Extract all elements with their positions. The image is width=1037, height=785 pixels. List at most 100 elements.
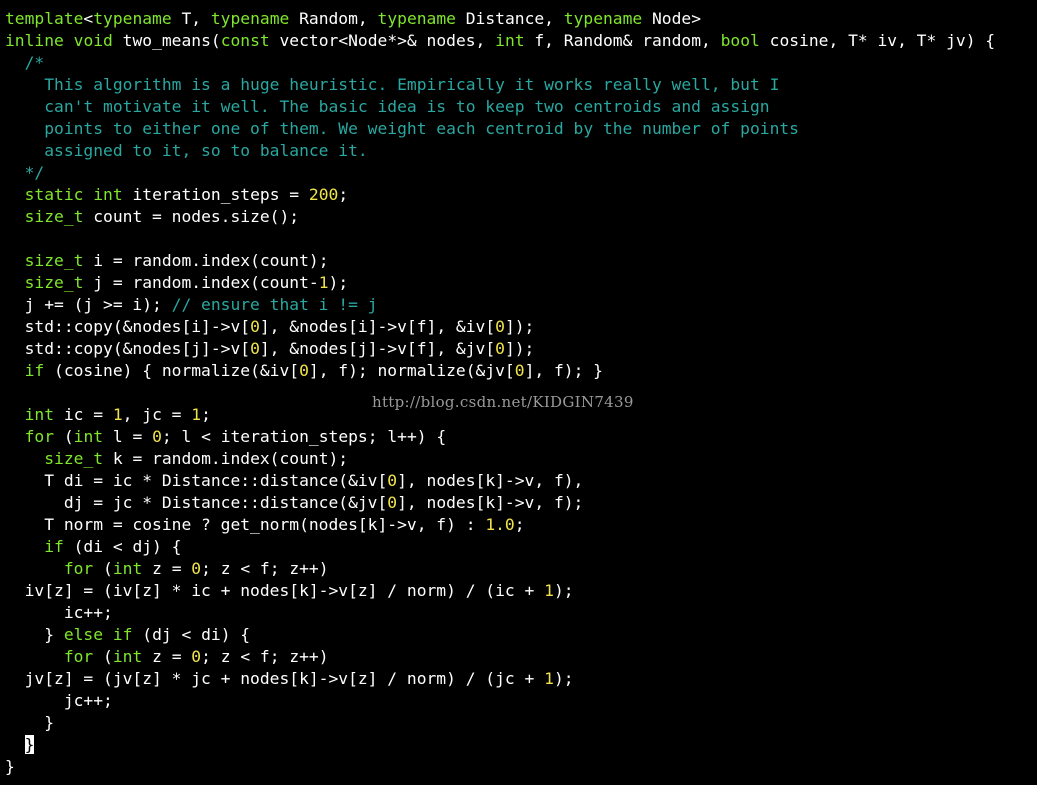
code-text: Distance, bbox=[455, 9, 564, 28]
code-line: } bbox=[5, 734, 995, 756]
code-text: } bbox=[5, 625, 64, 644]
code-text: i = random.index(count); bbox=[83, 251, 329, 270]
code-line: assigned to it, so to balance it. bbox=[5, 140, 995, 162]
code-keyword: typename bbox=[210, 9, 290, 28]
code-keyword: typename bbox=[93, 9, 172, 28]
code-keyword: else bbox=[63, 625, 104, 644]
code-number: 1.0 bbox=[485, 515, 515, 534]
code-line: size_t i = random.index(count); bbox=[5, 250, 995, 272]
code-line: if (cosine) { normalize(&iv[0], f); norm… bbox=[5, 360, 995, 382]
code-text: } bbox=[5, 757, 15, 776]
code-line: if (di < dj) { bbox=[5, 536, 995, 558]
code-text: ], nodes[k]->v, f); bbox=[397, 493, 584, 512]
code-comment: points to either one of them. We weight … bbox=[5, 119, 799, 138]
code-text: j = random.index(count- bbox=[83, 273, 319, 292]
code-text: (di < dj) { bbox=[63, 537, 182, 556]
code-text: T norm = cosine ? get_norm(nodes[k]->v, … bbox=[5, 515, 486, 534]
code-text: ], f); normalize(&jv[ bbox=[308, 361, 515, 380]
code-text: l = bbox=[103, 427, 153, 446]
code-line: j += (j >= i); // ensure that i != j bbox=[5, 294, 995, 316]
code-text: ( bbox=[93, 559, 113, 578]
code-comment: This algorithm is a huge heuristic. Empi… bbox=[5, 75, 780, 94]
code-text: ; bbox=[514, 515, 525, 534]
code-number: 0 bbox=[387, 471, 398, 490]
code-number: 200 bbox=[308, 185, 339, 204]
watermark-text: http://blog.csdn.net/KIDGIN7439 bbox=[372, 393, 634, 411]
code-keyword: int bbox=[24, 405, 55, 424]
code-keyword: static bbox=[24, 185, 84, 204]
code-line: size_t k = random.index(count); bbox=[5, 448, 995, 470]
code-text: z = bbox=[142, 559, 192, 578]
code-comment: can't motivate it well. The basic idea i… bbox=[5, 97, 770, 116]
code-number: 0 bbox=[514, 361, 525, 380]
code-line: dj = jc * Distance::distance(&jv[0], nod… bbox=[5, 492, 995, 514]
code-keyword: int bbox=[495, 31, 525, 50]
code-text: ( bbox=[54, 427, 74, 446]
code-comment: // ensure that i != j bbox=[171, 295, 378, 314]
code-text: std::copy(&nodes[j]->v[ bbox=[5, 339, 251, 358]
code-text: Node> bbox=[642, 9, 702, 28]
code-text: std::copy(&nodes[i]->v[ bbox=[5, 317, 251, 336]
code-text: ); bbox=[328, 273, 349, 292]
code-keyword: for bbox=[63, 647, 94, 666]
code-line: */ bbox=[5, 162, 995, 184]
code-keyword: for bbox=[24, 427, 55, 446]
code-keyword: int bbox=[73, 427, 104, 446]
terminal-window[interactable]: template<typename T, typename Random, ty… bbox=[0, 0, 1037, 785]
code-keyword: if bbox=[44, 537, 64, 556]
code-line: size_t count = nodes.size(); bbox=[5, 206, 995, 228]
code-line: jv[z] = (jv[z] * jc + nodes[k]->v[z] / n… bbox=[5, 668, 995, 690]
code-text: two_means( bbox=[112, 31, 221, 50]
code-text: count = nodes.size(); bbox=[83, 207, 300, 226]
code-number: 1 bbox=[318, 273, 329, 292]
code-text: ], f); } bbox=[524, 361, 603, 380]
code-line: inline void two_means(const vector<Node*… bbox=[5, 30, 995, 52]
code-text: ; z < f; z++) bbox=[201, 647, 329, 666]
code-number: 1 bbox=[544, 581, 554, 600]
code-keyword: size_t bbox=[44, 449, 104, 468]
code-text: iv[z] = (iv[z] * ic + nodes[k]->v[z] / n… bbox=[5, 581, 545, 600]
code-text: } bbox=[5, 713, 55, 732]
code-text: jv[z] = (jv[z] * jc + nodes[k]->v[z] / n… bbox=[5, 669, 545, 688]
code-text: ; bbox=[201, 405, 211, 424]
code-number: 0 bbox=[250, 339, 260, 358]
code-keyword: if bbox=[112, 625, 133, 644]
code-line: T di = ic * Distance::distance(&iv[0], n… bbox=[5, 470, 995, 492]
code-keyword: const bbox=[220, 31, 270, 50]
code-number: 0 bbox=[387, 493, 398, 512]
code-text: ic++; bbox=[5, 603, 113, 622]
code-text: ]); bbox=[504, 339, 535, 358]
code-line: template<typename T, typename Random, ty… bbox=[5, 8, 995, 30]
code-text: < bbox=[83, 9, 94, 28]
code-line: points to either one of them. We weight … bbox=[5, 118, 995, 140]
code-text: j += (j >= i); bbox=[5, 295, 172, 314]
code-keyword: for bbox=[63, 559, 94, 578]
code-keyword: inline bbox=[5, 31, 64, 50]
code-text: T di = ic * Distance::distance(&iv[ bbox=[5, 471, 388, 490]
code-text: ( bbox=[93, 647, 113, 666]
code-keyword: typename bbox=[377, 9, 456, 28]
code-text: ; bbox=[338, 185, 349, 204]
code-keyword: typename bbox=[563, 9, 643, 28]
code-text: ); bbox=[553, 669, 574, 688]
code-line: } else if (dj < di) { bbox=[5, 624, 995, 646]
code-line: jc++; bbox=[5, 690, 995, 712]
code-line: } bbox=[5, 712, 995, 734]
code-line: can't motivate it well. The basic idea i… bbox=[5, 96, 995, 118]
code-comment: assigned to it, so to balance it. bbox=[5, 141, 368, 160]
code-text: ], &nodes[j]->v[f], &jv[ bbox=[259, 339, 496, 358]
text-cursor: } bbox=[24, 735, 35, 754]
code-line: for (int z = 0; z < f; z++) bbox=[5, 558, 995, 580]
code-number: 1 bbox=[112, 405, 123, 424]
code-line: iv[z] = (iv[z] * ic + nodes[k]->v[z] / n… bbox=[5, 580, 995, 602]
code-comment: */ bbox=[5, 163, 45, 182]
